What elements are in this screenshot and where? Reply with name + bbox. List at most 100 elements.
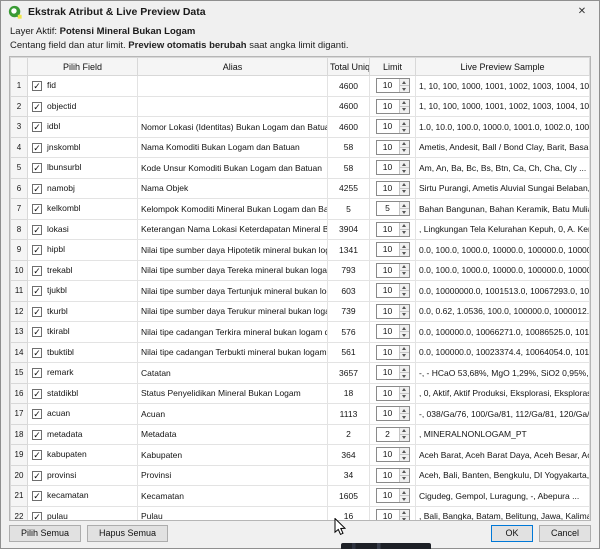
limit-spinbox[interactable]: 10 xyxy=(376,345,410,360)
field-checkbox[interactable]: ✓ xyxy=(32,491,42,501)
taskbar[interactable] xyxy=(341,543,431,549)
col-header-pilih-field[interactable]: Pilih Field xyxy=(28,58,138,76)
cancel-button[interactable]: Cancel xyxy=(539,525,591,542)
spin-down-icon[interactable] xyxy=(400,372,409,379)
limit-spinbox[interactable]: 5 xyxy=(376,201,410,216)
field-checkbox[interactable]: ✓ xyxy=(32,368,42,378)
field-checkbox[interactable]: ✓ xyxy=(32,122,42,132)
spin-down-icon[interactable] xyxy=(400,229,409,236)
clear-all-button[interactable]: Hapus Semua xyxy=(87,525,168,542)
row-number[interactable]: 9 xyxy=(11,240,28,261)
col-header-alias[interactable]: Alias xyxy=(138,58,328,76)
row-number[interactable]: 4 xyxy=(11,137,28,158)
limit-spinbox[interactable]: 10 xyxy=(376,468,410,483)
field-checkbox[interactable]: ✓ xyxy=(32,266,42,276)
limit-spinbox[interactable]: 10 xyxy=(376,181,410,196)
row-number[interactable]: 3 xyxy=(11,117,28,138)
spin-down-icon[interactable] xyxy=(400,352,409,359)
field-checkbox[interactable]: ✓ xyxy=(32,389,42,399)
field-checkbox[interactable]: ✓ xyxy=(32,204,42,214)
spin-down-icon[interactable] xyxy=(400,167,409,174)
spin-down-icon[interactable] xyxy=(400,434,409,441)
row-number[interactable]: 15 xyxy=(11,363,28,384)
spin-down-icon[interactable] xyxy=(400,106,409,113)
spin-down-icon[interactable] xyxy=(400,85,409,92)
select-all-button[interactable]: Pilih Semua xyxy=(9,525,81,542)
field-checkbox[interactable]: ✓ xyxy=(32,512,42,521)
row-number[interactable]: 7 xyxy=(11,199,28,220)
field-checkbox[interactable]: ✓ xyxy=(32,327,42,337)
limit-spinbox[interactable]: 10 xyxy=(376,386,410,401)
spin-down-icon[interactable] xyxy=(400,413,409,420)
row-number[interactable]: 6 xyxy=(11,178,28,199)
preview-cell: , 0, Aktif, Aktif Produksi, Eksplorasi, … xyxy=(416,383,590,404)
field-checkbox[interactable]: ✓ xyxy=(32,102,42,112)
limit-spinbox[interactable]: 10 xyxy=(376,242,410,257)
field-checkbox[interactable]: ✓ xyxy=(32,430,42,440)
field-checkbox[interactable]: ✓ xyxy=(32,245,42,255)
field-checkbox[interactable]: ✓ xyxy=(32,163,42,173)
col-header-limit[interactable]: Limit xyxy=(370,58,416,76)
row-number[interactable]: 11 xyxy=(11,281,28,302)
field-checkbox[interactable]: ✓ xyxy=(32,81,42,91)
row-number[interactable]: 10 xyxy=(11,260,28,281)
limit-spinbox[interactable]: 10 xyxy=(376,160,410,175)
field-checkbox[interactable]: ✓ xyxy=(32,143,42,153)
field-checkbox[interactable]: ✓ xyxy=(32,225,42,235)
col-header-total-uniq[interactable]: Total Uniq xyxy=(328,58,370,76)
limit-spinbox[interactable]: 10 xyxy=(376,365,410,380)
spin-down-icon[interactable] xyxy=(400,311,409,318)
spin-down-icon[interactable] xyxy=(400,126,409,133)
spin-down-icon[interactable] xyxy=(400,475,409,482)
spin-down-icon[interactable] xyxy=(400,270,409,277)
spin-down-icon[interactable] xyxy=(400,454,409,461)
limit-spinbox[interactable]: 10 xyxy=(376,222,410,237)
spin-down-icon[interactable] xyxy=(400,249,409,256)
row-number[interactable]: 12 xyxy=(11,301,28,322)
limit-spinbox[interactable]: 10 xyxy=(376,140,410,155)
limit-spinbox[interactable]: 10 xyxy=(376,119,410,134)
limit-spinbox[interactable]: 10 xyxy=(376,99,410,114)
row-number[interactable]: 21 xyxy=(11,486,28,507)
close-icon[interactable]: ✕ xyxy=(565,1,599,23)
limit-spinbox[interactable]: 10 xyxy=(376,447,410,462)
titlebar[interactable]: Ekstrak Atribut & Live Preview Data ✕ xyxy=(1,1,599,23)
limit-spinbox[interactable]: 10 xyxy=(376,283,410,298)
limit-spinbox[interactable]: 10 xyxy=(376,406,410,421)
row-number[interactable]: 8 xyxy=(11,219,28,240)
field-checkbox[interactable]: ✓ xyxy=(32,286,42,296)
row-number[interactable]: 5 xyxy=(11,158,28,179)
spin-down-icon[interactable] xyxy=(400,495,409,502)
field-checkbox[interactable]: ✓ xyxy=(32,471,42,481)
row-number[interactable]: 17 xyxy=(11,404,28,425)
spin-down-icon[interactable] xyxy=(400,147,409,154)
spin-down-icon[interactable] xyxy=(400,331,409,338)
spin-down-icon[interactable] xyxy=(400,208,409,215)
limit-spinbox[interactable]: 10 xyxy=(376,324,410,339)
field-checkbox[interactable]: ✓ xyxy=(32,409,42,419)
ok-button[interactable]: OK xyxy=(491,525,533,542)
limit-spinbox[interactable]: 10 xyxy=(376,304,410,319)
limit-spinbox[interactable]: 2 xyxy=(376,427,410,442)
limit-spinbox[interactable]: 10 xyxy=(376,509,410,521)
limit-spinbox[interactable]: 10 xyxy=(376,78,410,93)
limit-spinbox[interactable]: 10 xyxy=(376,263,410,278)
row-number[interactable]: 20 xyxy=(11,465,28,486)
col-header-live-preview[interactable]: Live Preview Sample xyxy=(416,58,590,76)
field-checkbox[interactable]: ✓ xyxy=(32,307,42,317)
row-number[interactable]: 1 xyxy=(11,76,28,97)
row-number[interactable]: 13 xyxy=(11,322,28,343)
row-number[interactable]: 16 xyxy=(11,383,28,404)
spin-down-icon[interactable] xyxy=(400,290,409,297)
limit-spinbox[interactable]: 10 xyxy=(376,488,410,503)
row-number[interactable]: 2 xyxy=(11,96,28,117)
spin-down-icon[interactable] xyxy=(400,393,409,400)
row-number[interactable]: 18 xyxy=(11,424,28,445)
spin-down-icon[interactable] xyxy=(400,188,409,195)
field-checkbox[interactable]: ✓ xyxy=(32,348,42,358)
field-checkbox[interactable]: ✓ xyxy=(32,184,42,194)
row-number[interactable]: 19 xyxy=(11,445,28,466)
field-checkbox[interactable]: ✓ xyxy=(32,450,42,460)
row-number[interactable]: 14 xyxy=(11,342,28,363)
row-number[interactable]: 22 xyxy=(11,506,28,521)
